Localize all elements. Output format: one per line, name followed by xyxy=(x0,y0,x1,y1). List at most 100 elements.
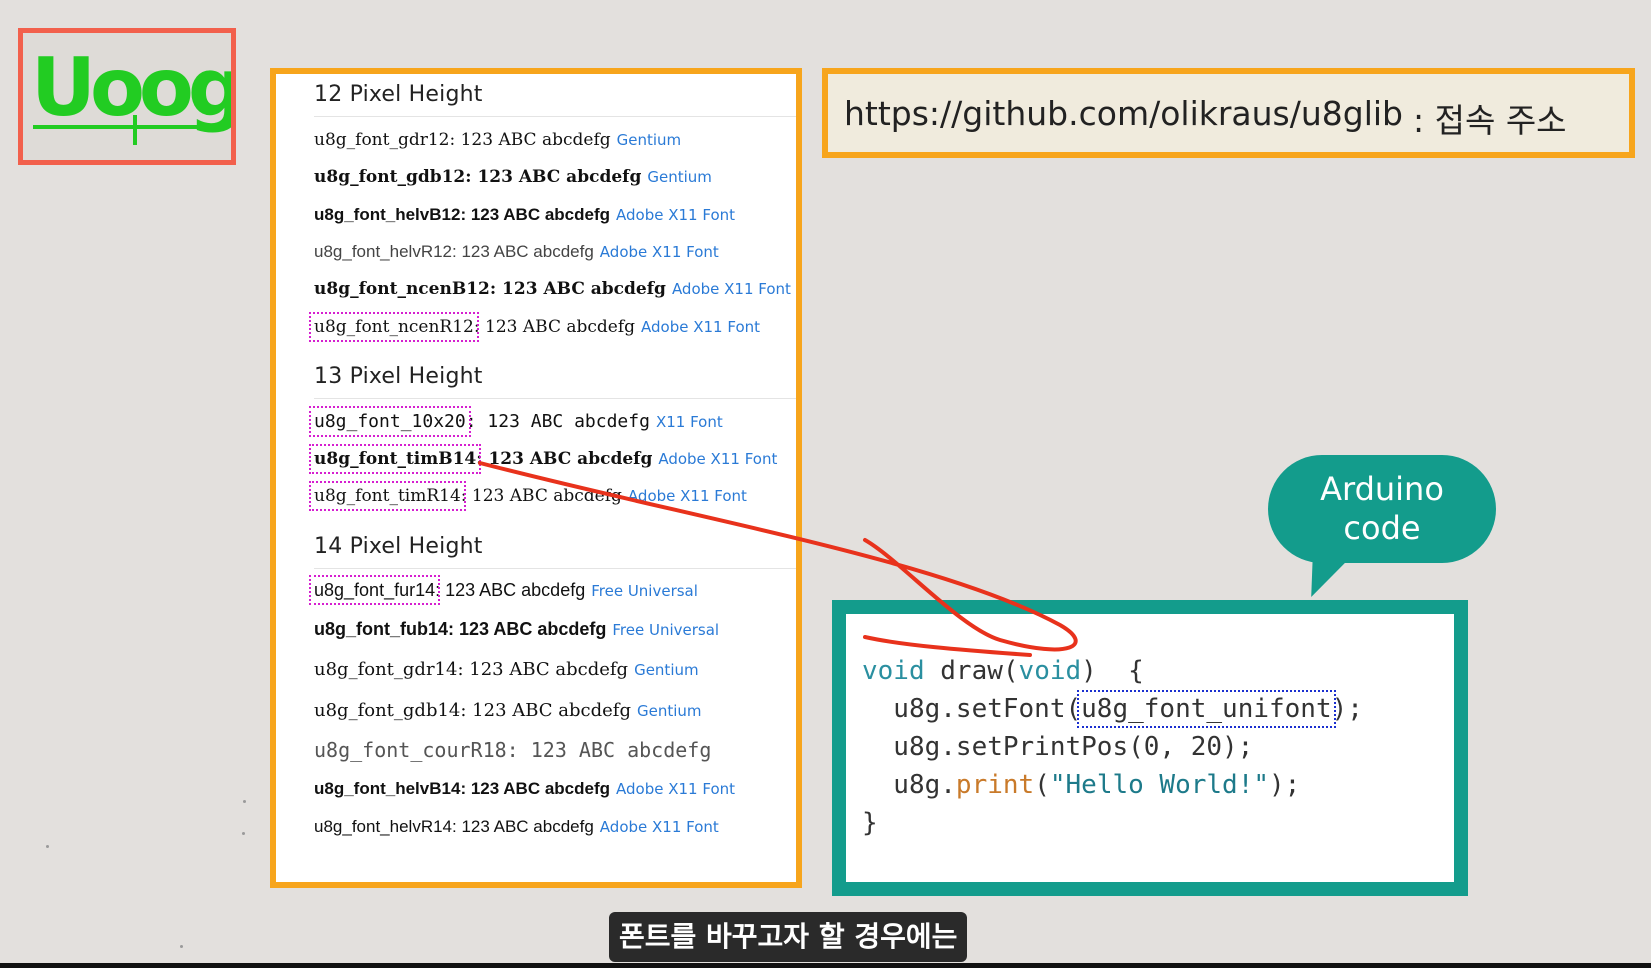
arduino-code-bubble: Arduino code xyxy=(1268,455,1496,563)
font-name: u8g_font_helvR12 xyxy=(314,242,453,261)
code-text: ); xyxy=(1269,770,1301,800)
font-source-link[interactable]: Free Universal xyxy=(591,582,698,600)
bubble-line-1: Arduino xyxy=(1320,470,1444,508)
font-sample: : 123 ABC abcdefg xyxy=(449,130,611,150)
code-line-1: void draw(void) { xyxy=(862,656,1144,686)
font-name: u8g_font_helvB12 xyxy=(314,205,461,224)
url-caption: : 접속 주소 xyxy=(1413,101,1567,140)
font-row: u8g_font_fub14: 123 ABC abcdefg Free Univ… xyxy=(314,619,719,640)
font-name: u8g_font_ncenB12 xyxy=(314,279,490,299)
font-list-panel: 12 Pixel Height u8g_font_gdr12: 123 ABC … xyxy=(270,68,802,888)
font-sample: : 123 ABC abcdefg xyxy=(457,659,629,680)
section-title-12px: 12 Pixel Height xyxy=(314,82,483,107)
font-row: u8g_font_gdb14: 123 ABC abcdefg Gentium xyxy=(314,700,702,721)
font-name-highlighted: u8g_font_10x20 xyxy=(309,406,471,437)
font-name: u8g_font_gdb14 xyxy=(314,700,461,721)
font-sample: : 123 ABC abcdefg xyxy=(476,449,653,469)
code-text: u8g.setFont( xyxy=(862,694,1082,724)
font-name: u8g_font_gdr12 xyxy=(314,130,450,150)
background-speck xyxy=(242,832,245,835)
font-source-link[interactable]: Adobe X11 Font xyxy=(628,487,747,505)
code-text: ) { xyxy=(1081,656,1144,686)
background-speck xyxy=(46,845,49,848)
code-function: print xyxy=(955,770,1035,800)
section-title-14px: 14 Pixel Height xyxy=(314,534,483,559)
font-sample: : 123 ABC abcdefg xyxy=(465,167,642,187)
font-row: u8g_font_10x20: 123 ABC abcdefg X11 Font xyxy=(309,406,723,437)
font-source-link[interactable]: Adobe X11 Font xyxy=(641,318,760,336)
code-panel: void draw(void) { u8g.setFont(u8g_font_u… xyxy=(832,600,1468,896)
font-source-link[interactable]: Free Universal xyxy=(612,621,719,639)
font-row: u8g_font_ncenR12: 123 ABC abcdefg Adobe X… xyxy=(309,312,760,342)
font-name: u8g_font_fub14 xyxy=(314,619,449,639)
font-sample: : 123 ABC abcdefg xyxy=(506,738,712,762)
font-sample: : 123 ABC abcdefg xyxy=(465,411,650,432)
url-banner: https://github.com/olikraus/u8glib : 접속 … xyxy=(822,68,1635,158)
bubble-line-2: code xyxy=(1343,509,1421,547)
code-text: draw( xyxy=(924,656,1019,686)
font-name: u8g_font_helvR14 xyxy=(314,817,453,836)
font-source-link[interactable]: X11 Font xyxy=(656,413,723,431)
font-sample: : 123 ABC abcdefg xyxy=(452,242,594,261)
font-source-link[interactable]: Gentium xyxy=(647,168,712,186)
font-row: u8g_font_helvB14: 123 ABC abcdefg Adobe X… xyxy=(314,779,735,799)
font-sample: : 123 ABC abcdefg xyxy=(460,205,611,224)
font-source-link[interactable]: Adobe X11 Font xyxy=(672,280,791,298)
code-text: ); xyxy=(1331,694,1363,724)
font-source-link[interactable]: Gentium xyxy=(634,661,699,679)
code-font-highlight: u8g_font_unifont xyxy=(1077,690,1336,728)
logo: Uoog xyxy=(18,28,236,165)
font-row: u8g_font_helvB12: 123 ABC abcdefg Adobe X… xyxy=(314,205,735,225)
font-sample: : 123 ABC abcdefg xyxy=(473,317,636,337)
font-sample: : 123 ABC abcdefg xyxy=(448,619,607,639)
code-string: "Hello World!" xyxy=(1049,770,1270,800)
font-name: u8g_font_courR18 xyxy=(314,738,507,762)
font-row: u8g_font_gdr14: 123 ABC abcdefg Gentium xyxy=(314,659,699,680)
github-url-link[interactable]: https://github.com/olikraus/u8glib xyxy=(844,94,1403,133)
font-source-link[interactable]: Gentium xyxy=(617,131,682,149)
code-keyword: void xyxy=(1018,656,1082,686)
section-title-13px: 13 Pixel Height xyxy=(314,364,483,389)
font-row: u8g_font_courR18: 123 ABC abcdefg xyxy=(314,738,711,762)
font-source-link[interactable]: Gentium xyxy=(637,702,702,720)
font-sample: : 123 ABC abcdefg xyxy=(460,700,631,721)
code-line-4: u8g.print("Hello World!"); xyxy=(862,770,1300,800)
font-source-link[interactable]: Adobe X11 Font xyxy=(616,206,735,224)
font-sample: : 123 ABC abcdefg xyxy=(452,817,594,836)
section-divider xyxy=(314,568,796,569)
font-sample: : 123 ABC abcdefg xyxy=(435,580,586,600)
section-divider xyxy=(314,116,796,117)
font-row: u8g_font_timB14: 123 ABC abcdefg Adobe X1… xyxy=(308,444,777,474)
font-name-highlighted: u8g_font_ncenR12 xyxy=(309,312,479,342)
font-row: u8g_font_helvR12: 123 ABC abcdefg Adobe X… xyxy=(314,242,719,262)
font-source-link[interactable]: Adobe X11 Font xyxy=(658,450,777,468)
section-divider xyxy=(314,398,796,399)
code-text: u8g. xyxy=(862,770,956,800)
code-text: ( xyxy=(1034,770,1050,800)
font-sample: : 123 ABC abcdefg xyxy=(460,779,611,798)
code-line-5: } xyxy=(862,808,878,838)
font-source-link[interactable]: Adobe X11 Font xyxy=(600,243,719,261)
code-keyword: void xyxy=(862,656,925,686)
font-sample: : 123 ABC abcdefg xyxy=(489,279,666,299)
u8glib-logo-icon: Uoog xyxy=(31,41,231,145)
font-row: u8g_font_timR14: 123 ABC abcdefg Adobe X1… xyxy=(309,481,747,511)
font-name: u8g_font_gdb12 xyxy=(314,167,466,187)
font-row: u8g_font_ncenB12: 123 ABC abcdefg Adobe X… xyxy=(314,279,791,299)
code-line-3: u8g.setPrintPos(0, 20); xyxy=(862,732,1254,762)
font-name-highlighted: u8g_font_timB14 xyxy=(308,444,482,474)
font-name: u8g_font_helvB14 xyxy=(314,779,461,798)
logo-text: Uoog xyxy=(31,41,231,134)
font-row: u8g_font_gdb12: 123 ABC abcdefg Gentium xyxy=(314,167,712,187)
font-source-link[interactable]: Adobe X11 Font xyxy=(600,818,719,836)
code-line-2: u8g.setFont(u8g_font_unifont); xyxy=(862,690,1363,728)
font-name: u8g_font_gdr14 xyxy=(314,659,458,680)
font-sample: : 123 ABC abcdefg xyxy=(460,486,622,506)
font-name-highlighted: u8g_font_fur14 xyxy=(308,575,441,605)
bottom-bar xyxy=(0,963,1651,968)
font-name-highlighted: u8g_font_timR14 xyxy=(309,481,466,511)
font-row: u8g_font_fur14: 123 ABC abcdefg Free Univ… xyxy=(308,575,698,605)
font-row: u8g_font_helvR14: 123 ABC abcdefg Adobe X… xyxy=(314,817,719,837)
background-speck xyxy=(180,945,183,948)
font-source-link[interactable]: Adobe X11 Font xyxy=(616,780,735,798)
